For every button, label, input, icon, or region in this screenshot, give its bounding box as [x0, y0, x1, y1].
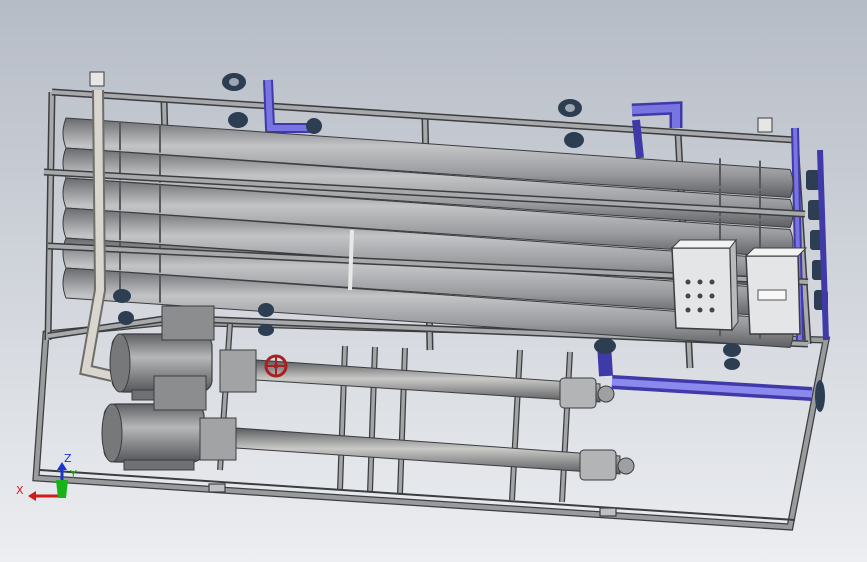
motor-fan-cover	[109, 333, 131, 393]
ro-skid-assembly-model[interactable]: X Z Y	[0, 0, 867, 562]
z-axis-label: Z	[64, 452, 72, 465]
vessel-support-rod	[348, 229, 354, 291]
pump-discharge-head	[579, 449, 617, 481]
motor-terminal-box	[153, 375, 207, 411]
y-axis-label: Y	[69, 468, 77, 481]
pump-discharge-head	[559, 377, 597, 409]
panel-display-icon	[757, 289, 787, 301]
pump-coupling-housing	[199, 417, 237, 461]
pump-coupling-housing	[219, 349, 257, 393]
motor-fan-cover	[101, 403, 123, 463]
motor-base-plate	[123, 459, 195, 471]
red-valve-handwheel[interactable]	[264, 354, 288, 378]
cad-viewport[interactable]: X Z Y	[0, 0, 867, 562]
pump-discharge-port	[597, 385, 615, 403]
y-axis-arrow-icon	[56, 480, 68, 498]
motor-terminal-box	[161, 305, 215, 341]
control-panel-left[interactable]	[671, 247, 733, 331]
pump-discharge-port	[617, 457, 635, 475]
x-axis-label: X	[16, 484, 24, 497]
